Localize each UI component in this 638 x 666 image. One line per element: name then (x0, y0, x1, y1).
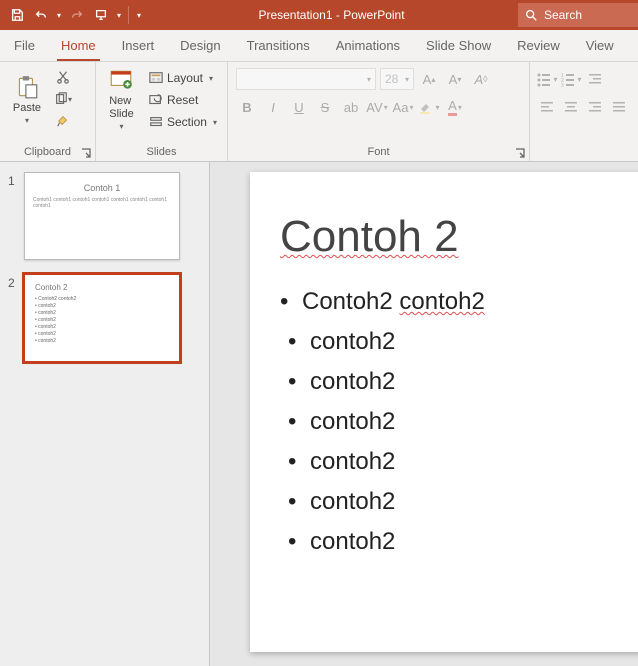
tab-insert[interactable]: Insert (118, 32, 159, 61)
group-label-slides: Slides (96, 144, 227, 161)
undo-dropdown-icon[interactable]: ▾ (54, 4, 64, 26)
font-launcher-icon[interactable] (515, 148, 525, 158)
align-right-icon[interactable] (584, 96, 606, 118)
tab-home[interactable]: Home (57, 32, 100, 61)
thumbnail-number: 1 (8, 172, 18, 260)
customize-qa-icon[interactable]: ▾ (133, 4, 145, 26)
indent-icon[interactable] (584, 68, 606, 90)
group-label-font: Font (228, 144, 529, 161)
align-left-icon[interactable] (536, 96, 558, 118)
bullet-item[interactable]: contoh2 (288, 368, 638, 396)
redo-icon[interactable] (66, 4, 88, 26)
clear-formatting-icon[interactable]: A◊ (470, 68, 492, 90)
bullet-item[interactable]: contoh2 (288, 488, 638, 516)
save-icon[interactable] (6, 4, 28, 26)
underline-icon[interactable]: U (288, 96, 310, 118)
change-case-icon[interactable]: Aa▾ (392, 96, 414, 118)
tab-transitions[interactable]: Transitions (243, 32, 314, 61)
tab-slideshow[interactable]: Slide Show (422, 32, 495, 61)
copy-icon[interactable]: ▾ (52, 90, 74, 108)
thumbnail-pane[interactable]: 1Contoh 1Contoh1 contoh1 contoh1 contoh1… (0, 162, 210, 666)
start-from-beginning-icon[interactable] (90, 4, 112, 26)
bullet-item[interactable]: contoh2 (288, 448, 638, 476)
strikethrough-icon[interactable]: S (314, 96, 336, 118)
slide-title[interactable]: Contoh 2 (280, 212, 638, 262)
italic-icon[interactable]: I (262, 96, 284, 118)
font-name-combo[interactable]: ▾ (236, 68, 376, 90)
numbering-icon[interactable]: 123▾ (560, 68, 582, 90)
workspace: 1Contoh 1Contoh1 contoh1 contoh1 contoh1… (0, 162, 638, 666)
tab-review[interactable]: Review (513, 32, 564, 61)
title-bar: ▾ ▾ ▾ Presentation1 - PowerPoint Search (0, 0, 638, 30)
tab-design[interactable]: Design (176, 32, 224, 61)
thumbnail-item[interactable]: 1Contoh 1Contoh1 contoh1 contoh1 contoh1… (8, 172, 199, 260)
group-paragraph: ▾ 123▾ (530, 62, 638, 161)
group-clipboard: Paste ▾ ▾ Clipboard (0, 62, 96, 161)
bold-icon[interactable]: B (236, 96, 258, 118)
search-box[interactable]: Search (518, 3, 638, 27)
new-slide-button[interactable]: New Slide ▾ (102, 66, 141, 132)
ribbon: Paste ▾ ▾ Clipboard New Slide ▾ (0, 62, 638, 162)
app-name: PowerPoint (343, 8, 404, 22)
search-icon (524, 8, 538, 22)
bullet-item[interactable]: contoh2 (288, 328, 638, 356)
clipboard-launcher-icon[interactable] (81, 148, 91, 158)
bullet-item[interactable]: contoh2 (288, 528, 638, 556)
char-spacing-icon[interactable]: AV▾ (366, 96, 388, 118)
svg-text:3: 3 (561, 83, 564, 87)
doc-name: Presentation1 (258, 8, 332, 22)
slide-body[interactable]: Contoh2 contoh2 contoh2 contoh2 contoh2 cont… (280, 288, 638, 556)
highlight-icon[interactable]: ▾ (418, 96, 440, 118)
reset-button[interactable]: Reset (145, 90, 221, 110)
section-button[interactable]: Section▾ (145, 112, 221, 132)
group-slides: New Slide ▾ Layout▾ Reset Section▾ Slide… (96, 62, 228, 161)
bullet-item[interactable]: contoh2 (288, 408, 638, 436)
search-placeholder: Search (544, 8, 582, 22)
group-font: ▾ 28▾ A▴ A▾ A◊ B I U S ab AV▾ Aa▾ ▾ A▾ (228, 62, 530, 161)
increase-font-icon[interactable]: A▴ (418, 68, 440, 90)
font-color-icon[interactable]: A▾ (444, 96, 466, 118)
thumbnail-item[interactable]: 2Contoh 2Contoh2 contoh2contoh2contoh2co… (8, 274, 199, 362)
slide-canvas[interactable]: Contoh 2 Contoh2 contoh2 contoh2 contoh2 co… (250, 172, 638, 652)
group-label-clipboard: Clipboard (0, 144, 95, 161)
thumbnail-number: 2 (8, 274, 18, 362)
tab-file[interactable]: File (10, 32, 39, 61)
align-center-icon[interactable] (560, 96, 582, 118)
qa-dropdown-icon[interactable]: ▾ (114, 4, 124, 26)
layout-button[interactable]: Layout▾ (145, 68, 221, 88)
window-title: Presentation1 - PowerPoint (145, 8, 518, 22)
justify-icon[interactable] (608, 96, 630, 118)
tab-view[interactable]: View (582, 32, 618, 61)
paste-button[interactable]: Paste ▾ (6, 66, 48, 132)
quick-access-toolbar: ▾ ▾ ▾ (0, 4, 145, 26)
shadow-icon[interactable]: ab (340, 96, 362, 118)
undo-icon[interactable] (30, 4, 52, 26)
thumbnail-slide[interactable]: Contoh 2Contoh2 contoh2contoh2contoh2con… (24, 274, 180, 362)
decrease-font-icon[interactable]: A▾ (444, 68, 466, 90)
ribbon-tabs: File Home Insert Design Transitions Anim… (0, 30, 638, 62)
tab-animations[interactable]: Animations (332, 32, 404, 61)
format-painter-icon[interactable] (52, 112, 74, 130)
font-size-combo[interactable]: 28▾ (380, 68, 414, 90)
bullet-item[interactable]: Contoh2 contoh2 (280, 288, 638, 316)
slide-canvas-area[interactable]: Contoh 2 Contoh2 contoh2 contoh2 contoh2 co… (210, 162, 638, 666)
bullets-icon[interactable]: ▾ (536, 68, 558, 90)
thumbnail-slide[interactable]: Contoh 1Contoh1 contoh1 contoh1 contoh1 … (24, 172, 180, 260)
cut-icon[interactable] (52, 68, 74, 86)
